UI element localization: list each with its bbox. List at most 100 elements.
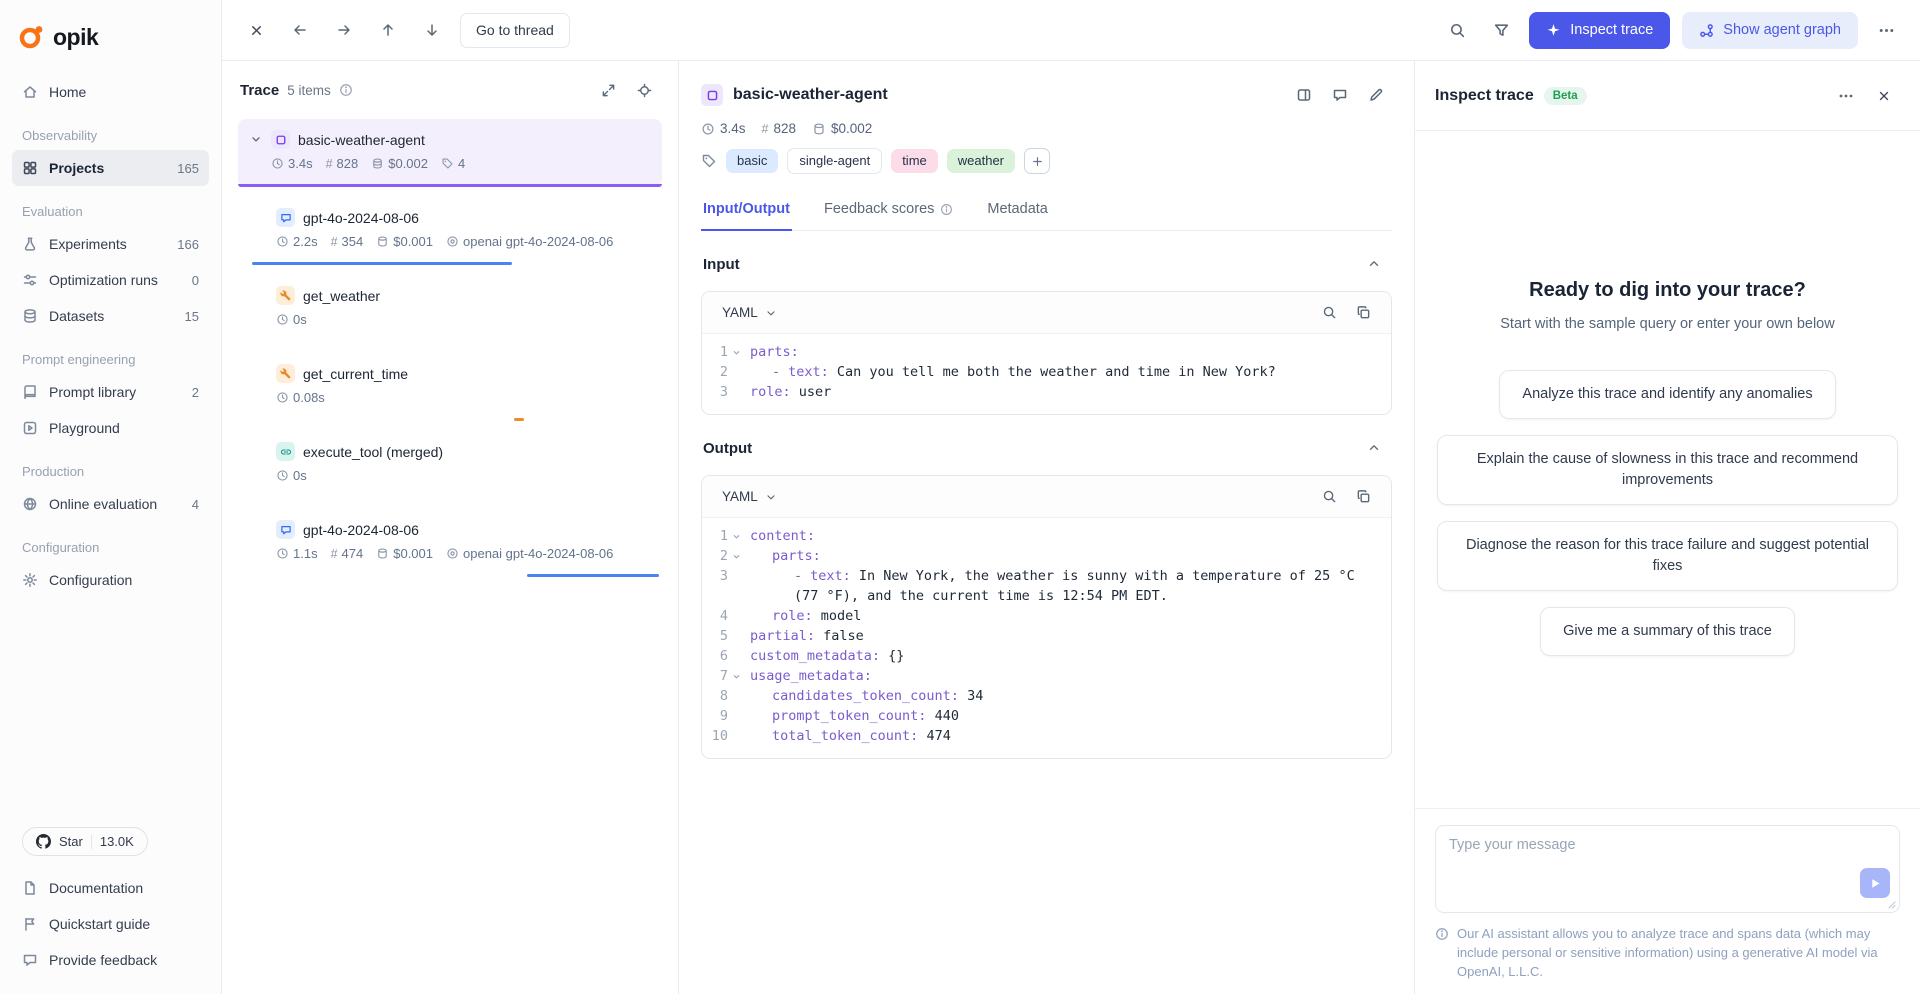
- tag-time[interactable]: time: [891, 149, 938, 173]
- message-input[interactable]: [1436, 826, 1899, 912]
- copy-icon[interactable]: [1347, 297, 1379, 329]
- fold-chevron-icon[interactable]: [728, 666, 744, 686]
- format-select[interactable]: YAML: [714, 299, 785, 326]
- trace-span-row-get-weather[interactable]: get_weather 0s: [238, 275, 662, 343]
- sidebar-item-label: Online evaluation: [49, 496, 157, 512]
- sidebar-item-label: Quickstart guide: [49, 916, 150, 932]
- document-icon: [22, 880, 38, 896]
- sidebar-item-count: 15: [185, 309, 199, 324]
- output-code: 1content: 2parts: 3-text: In New York, t…: [702, 518, 1391, 758]
- sidebar-item-datasets[interactable]: Datasets 15: [12, 298, 209, 334]
- sidebar-item-optimization-runs[interactable]: Optimization runs 0: [12, 262, 209, 298]
- suggestion-chip[interactable]: Diagnose the reason for this trace failu…: [1437, 521, 1898, 591]
- info-icon: [940, 203, 953, 216]
- disclaimer-text: Our AI assistant allows you to analyze t…: [1457, 925, 1900, 982]
- search-in-code-icon[interactable]: [1313, 481, 1345, 513]
- collapse-output-chevron-up-icon[interactable]: [1358, 432, 1390, 464]
- down-arrow-button[interactable]: [416, 14, 448, 46]
- sidebar-item-projects[interactable]: Projects 165: [12, 150, 209, 186]
- sidebar-item-label: Home: [49, 84, 86, 100]
- show-agent-graph-label: Show agent graph: [1723, 22, 1841, 38]
- filter-icon[interactable]: [1485, 14, 1517, 46]
- expand-all-icon[interactable]: [592, 74, 624, 106]
- input-code: 1parts: 2-text: Can you tell me both the…: [702, 334, 1391, 414]
- more-options-icon[interactable]: [1870, 14, 1902, 46]
- flask-icon: [22, 236, 38, 252]
- detail-duration: 3.4s: [720, 121, 746, 136]
- edit-pencil-icon[interactable]: [1360, 79, 1392, 111]
- send-button[interactable]: [1860, 868, 1890, 898]
- span-name: execute_tool (merged): [303, 443, 443, 461]
- more-options-icon[interactable]: [1830, 80, 1862, 112]
- inspect-trace-panel: Inspect trace Beta Ready to dig into you…: [1414, 61, 1920, 994]
- close-panel-icon[interactable]: [1868, 80, 1900, 112]
- add-tag-button[interactable]: [1024, 148, 1050, 174]
- comment-icon[interactable]: [1324, 79, 1356, 111]
- suggestion-chip[interactable]: Explain the cause of slowness in this tr…: [1437, 435, 1898, 505]
- close-button[interactable]: [240, 14, 272, 46]
- focus-icon[interactable]: [628, 74, 660, 106]
- logo[interactable]: opik: [12, 14, 209, 56]
- suggestion-chips: Analyze this trace and identify any anom…: [1437, 370, 1898, 656]
- copy-icon[interactable]: [1347, 481, 1379, 513]
- fold-chevron-icon[interactable]: [728, 526, 744, 546]
- format-select[interactable]: YAML: [714, 483, 785, 510]
- trace-span-row-llm-1[interactable]: gpt-4o-2024-08-06 2.2s #354 $0.001 opena…: [238, 197, 662, 265]
- sidebar-item-playground[interactable]: Playground: [12, 410, 209, 446]
- trace-span-row-get-current-time[interactable]: get_current_time 0.08s: [238, 353, 662, 421]
- home-icon: [22, 84, 38, 100]
- sidebar-item-prompt-library[interactable]: Prompt library 2: [12, 374, 209, 410]
- go-to-thread-button[interactable]: Go to thread: [460, 13, 570, 48]
- agent-span-icon: [271, 130, 290, 149]
- sidebar-item-home[interactable]: Home: [12, 74, 209, 110]
- layout-columns-icon[interactable]: [1288, 79, 1320, 111]
- sidebar-section-prompt-engineering: Prompt engineering: [22, 352, 199, 367]
- sidebar-item-online-evaluation[interactable]: Online evaluation 4: [12, 486, 209, 522]
- forward-arrow-button[interactable]: [328, 14, 360, 46]
- sidebar-nav: Home Observability Projects 165 Evaluati…: [12, 74, 209, 598]
- sidebar-item-experiments[interactable]: Experiments 166: [12, 226, 209, 262]
- detail-tokens: 828: [773, 121, 796, 136]
- chevron-down-icon[interactable]: [250, 130, 264, 148]
- hash-icon: #: [331, 235, 338, 249]
- resize-handle[interactable]: [1886, 899, 1896, 909]
- fold-chevron-icon[interactable]: [728, 342, 744, 362]
- collapse-input-chevron-up-icon[interactable]: [1358, 248, 1390, 280]
- back-arrow-button[interactable]: [284, 14, 316, 46]
- sidebar-item-provide-feedback[interactable]: Provide feedback: [12, 942, 209, 978]
- sidebar-item-documentation[interactable]: Documentation: [12, 870, 209, 906]
- suggestion-chip[interactable]: Give me a summary of this trace: [1540, 607, 1795, 656]
- tag-basic[interactable]: basic: [726, 149, 778, 173]
- trace-span-row-root[interactable]: basic-weather-agent 3.4s #828 $0.002 4: [238, 119, 662, 187]
- tab-input-output[interactable]: Input/Output: [701, 190, 792, 231]
- trace-span-row-execute-tool[interactable]: execute_tool (merged) 0s: [238, 431, 662, 499]
- trace-span-row-llm-2[interactable]: gpt-4o-2024-08-06 1.1s #474 $0.001 opena…: [238, 509, 662, 577]
- app-root: opik Home Observability Projects 165 Eva…: [0, 0, 1920, 994]
- search-in-code-icon[interactable]: [1313, 297, 1345, 329]
- inspect-heading: Ready to dig into your trace?: [1529, 279, 1806, 302]
- llm-span-icon: [276, 208, 295, 227]
- tag-weather[interactable]: weather: [947, 149, 1015, 173]
- sidebar-item-configuration[interactable]: Configuration: [12, 562, 209, 598]
- search-icon[interactable]: [1441, 14, 1473, 46]
- github-star-button[interactable]: Star 13.0K: [22, 827, 148, 856]
- sidebar-footer: Star 13.0K Documentation Quickstart guid…: [12, 827, 209, 978]
- tab-metadata[interactable]: Metadata: [985, 190, 1049, 231]
- sidebar-item-label: Datasets: [49, 308, 104, 324]
- sidebar-item-count: 165: [177, 161, 199, 176]
- span-tokens: 828: [337, 156, 359, 171]
- sidebar-section-observability: Observability: [22, 128, 199, 143]
- sidebar-section-evaluation: Evaluation: [22, 204, 199, 219]
- tag-single-agent[interactable]: single-agent: [787, 148, 882, 174]
- inspect-panel-footer: Our AI assistant allows you to analyze t…: [1415, 808, 1920, 994]
- opik-logo-icon: [18, 24, 44, 50]
- up-arrow-button[interactable]: [372, 14, 404, 46]
- fold-chevron-icon[interactable]: [728, 546, 744, 566]
- suggestion-chip[interactable]: Analyze this trace and identify any anom…: [1499, 370, 1835, 419]
- chat-bubble-icon: [22, 952, 38, 968]
- gear-icon: [22, 572, 38, 588]
- show-agent-graph-button[interactable]: Show agent graph: [1682, 12, 1858, 49]
- inspect-trace-button[interactable]: Inspect trace: [1529, 12, 1670, 49]
- tab-feedback-scores[interactable]: Feedback scores: [822, 190, 955, 231]
- sidebar-item-quickstart-guide[interactable]: Quickstart guide: [12, 906, 209, 942]
